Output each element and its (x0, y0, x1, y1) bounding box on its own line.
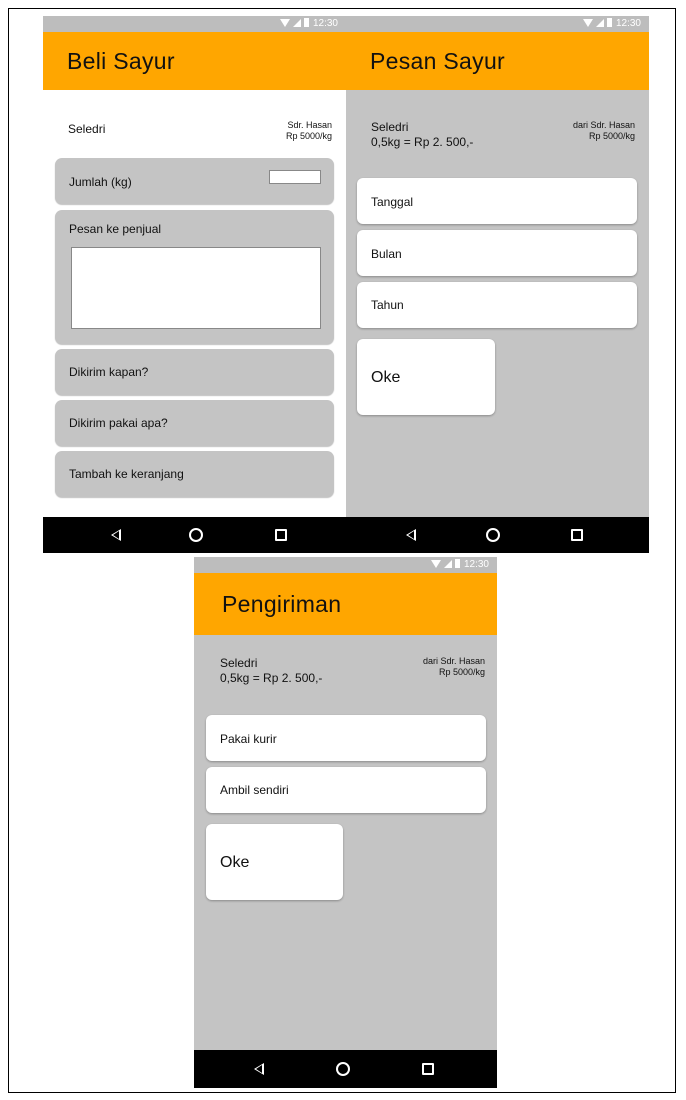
app-bar: Pesan Sayur (346, 32, 649, 90)
courier-label: Pakai kurir (220, 732, 277, 746)
ok-label: Oke (220, 854, 250, 871)
product-name: Seledri (371, 120, 409, 134)
cell-signal-icon (443, 560, 452, 568)
back-icon[interactable] (254, 1063, 264, 1075)
seller-name: dari Sdr. Hasan (572, 120, 635, 130)
wifi-icon (279, 19, 290, 27)
wifi-icon (430, 560, 441, 568)
seller-info: dari Sdr. Hasan Rp 5000/kg (573, 120, 635, 142)
seller-info: dari Sdr. Hasan Rp 5000/kg (423, 656, 485, 678)
delivery-time-label: Dikirim kapan? (69, 365, 149, 379)
product-name: Seledri (220, 656, 258, 670)
status-bar: 12:30 (194, 557, 497, 573)
delivery-time-button[interactable]: Dikirim kapan? (55, 349, 334, 395)
battery-icon (303, 18, 309, 27)
order-summary: Seledri 0,5kg = Rp 2. 500,- (220, 656, 322, 686)
pickup-label: Ambil sendiri (220, 783, 289, 797)
status-time: 12:30 (312, 18, 338, 29)
cell-signal-icon (595, 19, 604, 27)
status-time: 12:30 (615, 18, 641, 29)
seller-info: Sdr. Hasan Rp 5000/kg (286, 120, 332, 142)
order-total: 0,5kg = Rp 2. 500,- (371, 135, 474, 149)
home-icon[interactable] (486, 528, 500, 542)
order-summary: Seledri 0,5kg = Rp 2. 500,- (371, 120, 473, 150)
seller-name: Sdr. Hasan (287, 120, 332, 130)
price-per-kg: Rp 5000/kg (438, 667, 485, 677)
status-bar: 12:30 (346, 16, 649, 32)
recent-apps-icon[interactable] (571, 529, 583, 541)
home-icon[interactable] (336, 1062, 350, 1076)
back-icon[interactable] (406, 529, 416, 541)
note-textarea[interactable] (71, 247, 321, 329)
page-title: Pengiriman (222, 591, 342, 617)
order-total: 0,5kg = Rp 2. 500,- (220, 671, 323, 685)
status-time: 12:30 (463, 559, 489, 570)
delivery-method-label: Dikirim pakai apa? (69, 416, 168, 430)
screen-beli-sayur: 12:30 Beli Sayur Seledri Sdr. Hasan Rp 5… (43, 16, 346, 553)
price-per-kg: Rp 5000/kg (285, 131, 332, 141)
year-field[interactable]: Tahun (357, 282, 637, 328)
app-bar: Beli Sayur (43, 32, 346, 90)
year-label: Tahun (371, 298, 404, 312)
note-section: Pesan ke penjual (55, 210, 334, 344)
quantity-input[interactable] (269, 170, 321, 184)
seller-name: dari Sdr. Hasan (422, 656, 485, 666)
ok-button[interactable]: Oke (206, 824, 343, 900)
back-icon[interactable] (111, 529, 121, 541)
wifi-icon (582, 19, 593, 27)
battery-icon (454, 559, 460, 568)
recent-apps-icon[interactable] (275, 529, 287, 541)
recent-apps-icon[interactable] (422, 1063, 434, 1075)
ok-button[interactable]: Oke (357, 339, 495, 415)
screen-pesan-sayur: 12:30 Pesan Sayur Seledri 0,5kg = Rp 2. … (346, 16, 649, 553)
quantity-row[interactable]: Jumlah (kg) (55, 158, 334, 204)
product-name: Seledri (68, 122, 106, 136)
home-icon[interactable] (189, 528, 203, 542)
note-label: Pesan ke penjual (69, 222, 162, 236)
pickup-option[interactable]: Ambil sendiri (206, 767, 486, 813)
nav-bar (346, 517, 649, 553)
add-to-cart-button[interactable]: Tambah ke keranjang (55, 451, 334, 497)
price-per-kg: Rp 5000/kg (588, 131, 635, 141)
quantity-label: Jumlah (kg) (69, 175, 132, 189)
date-label: Tanggal (371, 195, 414, 209)
page-title: Pesan Sayur (370, 48, 505, 74)
nav-bar (194, 1050, 497, 1088)
delivery-method-button[interactable]: Dikirim pakai apa? (55, 400, 334, 446)
month-field[interactable]: Bulan (357, 230, 637, 276)
app-bar: Pengiriman (194, 573, 497, 635)
screen-pengiriman: 12:30 Pengiriman Seledri 0,5kg = Rp 2. 5… (194, 557, 497, 1088)
battery-icon (606, 18, 612, 27)
cell-signal-icon (292, 19, 301, 27)
nav-bar (43, 517, 346, 553)
add-to-cart-label: Tambah ke keranjang (69, 467, 184, 481)
month-label: Bulan (371, 247, 402, 261)
ok-label: Oke (371, 369, 401, 386)
courier-option[interactable]: Pakai kurir (206, 715, 486, 761)
page-title: Beli Sayur (67, 48, 175, 74)
date-field[interactable]: Tanggal (357, 178, 637, 224)
status-bar: 12:30 (43, 16, 346, 32)
